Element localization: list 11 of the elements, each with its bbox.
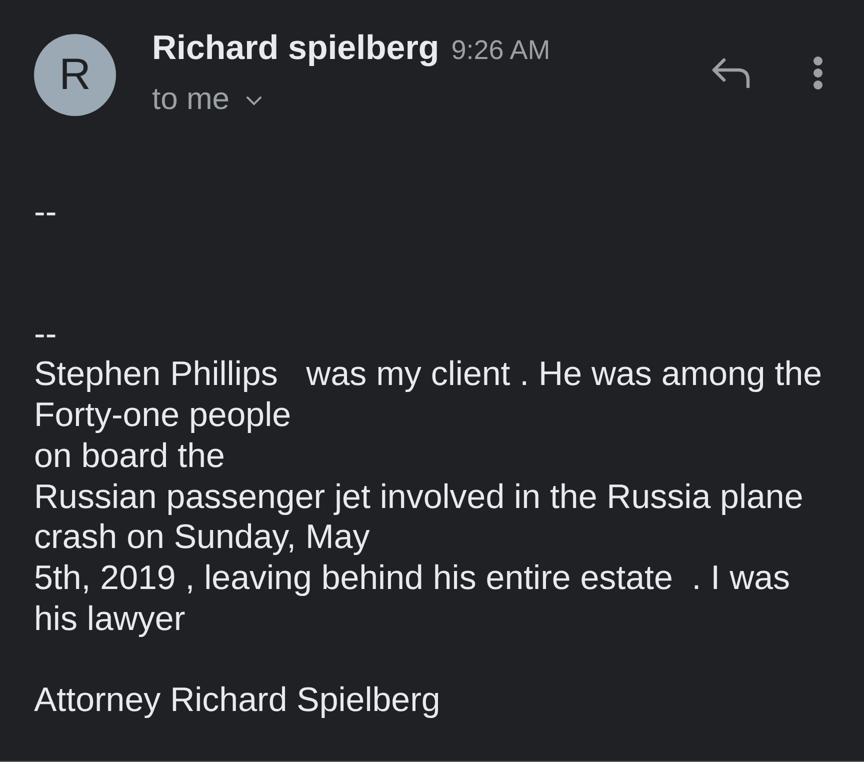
recipient-toggle[interactable]: to me bbox=[152, 80, 262, 117]
more-options-button[interactable] bbox=[813, 56, 823, 90]
sender-name: Richard spielberg bbox=[152, 28, 440, 68]
signature-text: Attorney Richard Spielberg bbox=[34, 680, 440, 722]
reply-icon bbox=[712, 58, 750, 88]
more-vertical-icon bbox=[813, 56, 823, 90]
sent-time: 9:26 AM bbox=[451, 34, 550, 67]
sender-avatar[interactable]: R bbox=[34, 34, 116, 116]
reply-button[interactable] bbox=[712, 58, 750, 88]
message-text: -- Stephen Phillips was my client . He was among the Forty-one people on board the Russian passenger jet involved in the Russia plane crash on Sunday, May 5th, 2019 , leaving behind his entire estate . I was his lawyer bbox=[34, 314, 822, 640]
signature-separator: -- bbox=[34, 192, 57, 233]
